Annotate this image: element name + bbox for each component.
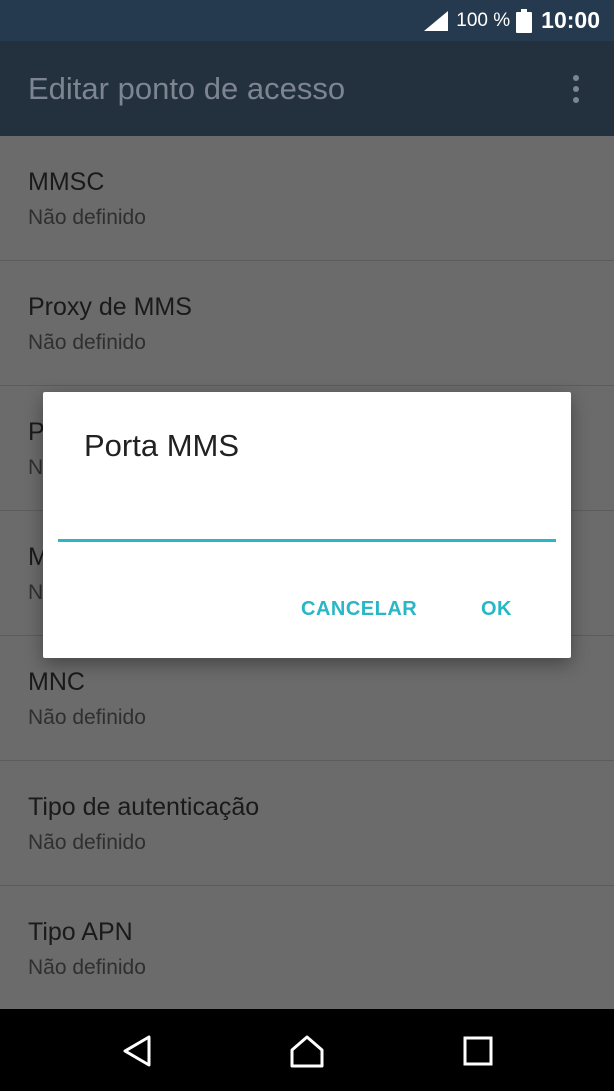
dialog-title: Porta MMS [84, 428, 240, 463]
list-item-title: Proxy de MMS [28, 293, 192, 321]
list-item-title: Tipo de autenticação [28, 793, 260, 821]
recents-icon[interactable] [460, 1033, 496, 1069]
list-item[interactable]: Tipo APN Não definido [0, 886, 614, 1011]
back-icon[interactable] [119, 1033, 155, 1069]
list-item-value: Não definido [28, 706, 146, 729]
battery-percent: 100 % [456, 9, 511, 31]
list-item-title: MMSC [28, 168, 105, 196]
list-item[interactable]: MMSC Não definido [0, 136, 614, 261]
clock: 10:00 [541, 7, 600, 33]
list-item-value: N [28, 456, 44, 479]
more-vert-icon[interactable] [564, 73, 588, 105]
list-item[interactable]: Tipo de autenticação Não definido [0, 761, 614, 886]
status-bar: 100 % 10:00 [0, 0, 614, 41]
mms-port-input[interactable] [58, 492, 556, 542]
list-item-value: Não definido [28, 331, 146, 354]
battery-icon [516, 8, 533, 33]
list-item-value: Não definido [28, 831, 146, 854]
signal-icon [424, 10, 449, 31]
navigation-bar [0, 1009, 614, 1091]
list-item-value: N [28, 581, 44, 604]
list-item-title: Tipo APN [28, 918, 133, 946]
list-item-value: Não definido [28, 956, 146, 979]
app-bar: Editar ponto de acesso [0, 41, 614, 136]
mms-port-dialog: Porta MMS CANCELAR OK [43, 392, 571, 658]
page-title: Editar ponto de acesso [28, 71, 346, 106]
list-item-value: Não definido [28, 206, 146, 229]
home-icon[interactable] [289, 1033, 325, 1069]
ok-button[interactable]: OK [481, 598, 512, 621]
list-item[interactable]: Proxy de MMS Não definido [0, 261, 614, 386]
list-item-title: MNC [28, 668, 85, 696]
cancel-button[interactable]: CANCELAR [301, 598, 417, 621]
